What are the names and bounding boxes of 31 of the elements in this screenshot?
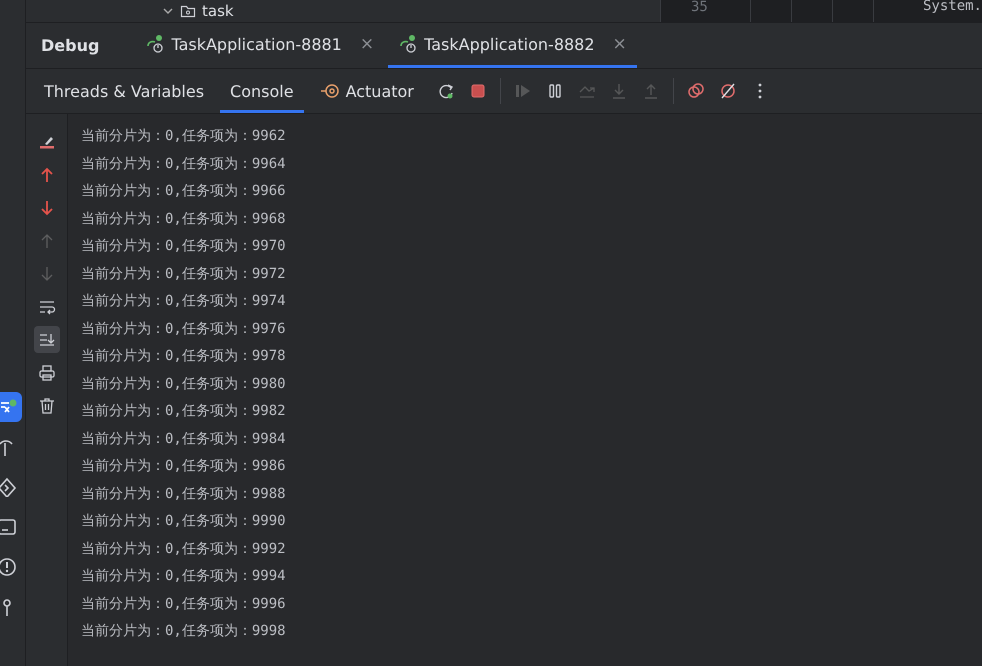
console-line: 当前分片为：0,任务项为：9962 [81,128,286,144]
console-line: 当前分片为：0,任务项为：9980 [81,376,286,392]
view-tab[interactable]: Threads & Variables [34,69,214,113]
console-line: 当前分片为：0,任务项为：9970 [81,238,286,254]
console-line: 当前分片为：0,任务项为：9988 [81,486,286,502]
debug-icon[interactable] [0,392,22,422]
console-line: 当前分片为：0,任务项为：9964 [81,156,286,172]
console-line: 当前分片为：0,任务项为：9992 [81,540,286,556]
folder-name[interactable]: task [202,2,234,20]
console-line: 当前分片为：0,任务项为：9968 [81,210,286,226]
console-line: 当前分片为：0,任务项为：9982 [81,403,286,419]
console-line: 当前分片为：0,任务项为：9972 [81,266,286,282]
console-line: 当前分片为：0,任务项为：9986 [81,458,286,474]
panel-title: Debug [41,36,100,55]
console-line: 当前分片为：0,任务项为：9994 [81,568,286,584]
scroll-to-end-icon[interactable] [34,326,60,353]
close-icon[interactable]: × [360,34,374,54]
console-line: 当前分片为：0,任务项为：9996 [81,596,286,612]
console-line: 当前分片为：0,任务项为：9974 [81,293,286,309]
console-line: 当前分片为：0,任务项为：9984 [81,430,286,446]
console-line: 当前分片为：0,任务项为：9990 [81,513,286,529]
console-line: 当前分片为：0,任务项为：9998 [81,623,286,639]
console-line: 当前分片为：0,任务项为：9966 [81,183,286,199]
close-icon[interactable]: × [612,34,627,54]
console-line: 当前分片为：0,任务项为：9976 [81,320,286,336]
console-line: 当前分片为：0,任务项为：9978 [81,348,286,364]
folder-icon [180,3,196,19]
line-number: 35 [691,0,708,15]
session-tab[interactable]: TaskApplication-8881 × [135,23,384,68]
view-tab[interactable]: Actuator [310,69,424,113]
session-tab[interactable]: TaskApplication-8882 × [388,23,637,68]
